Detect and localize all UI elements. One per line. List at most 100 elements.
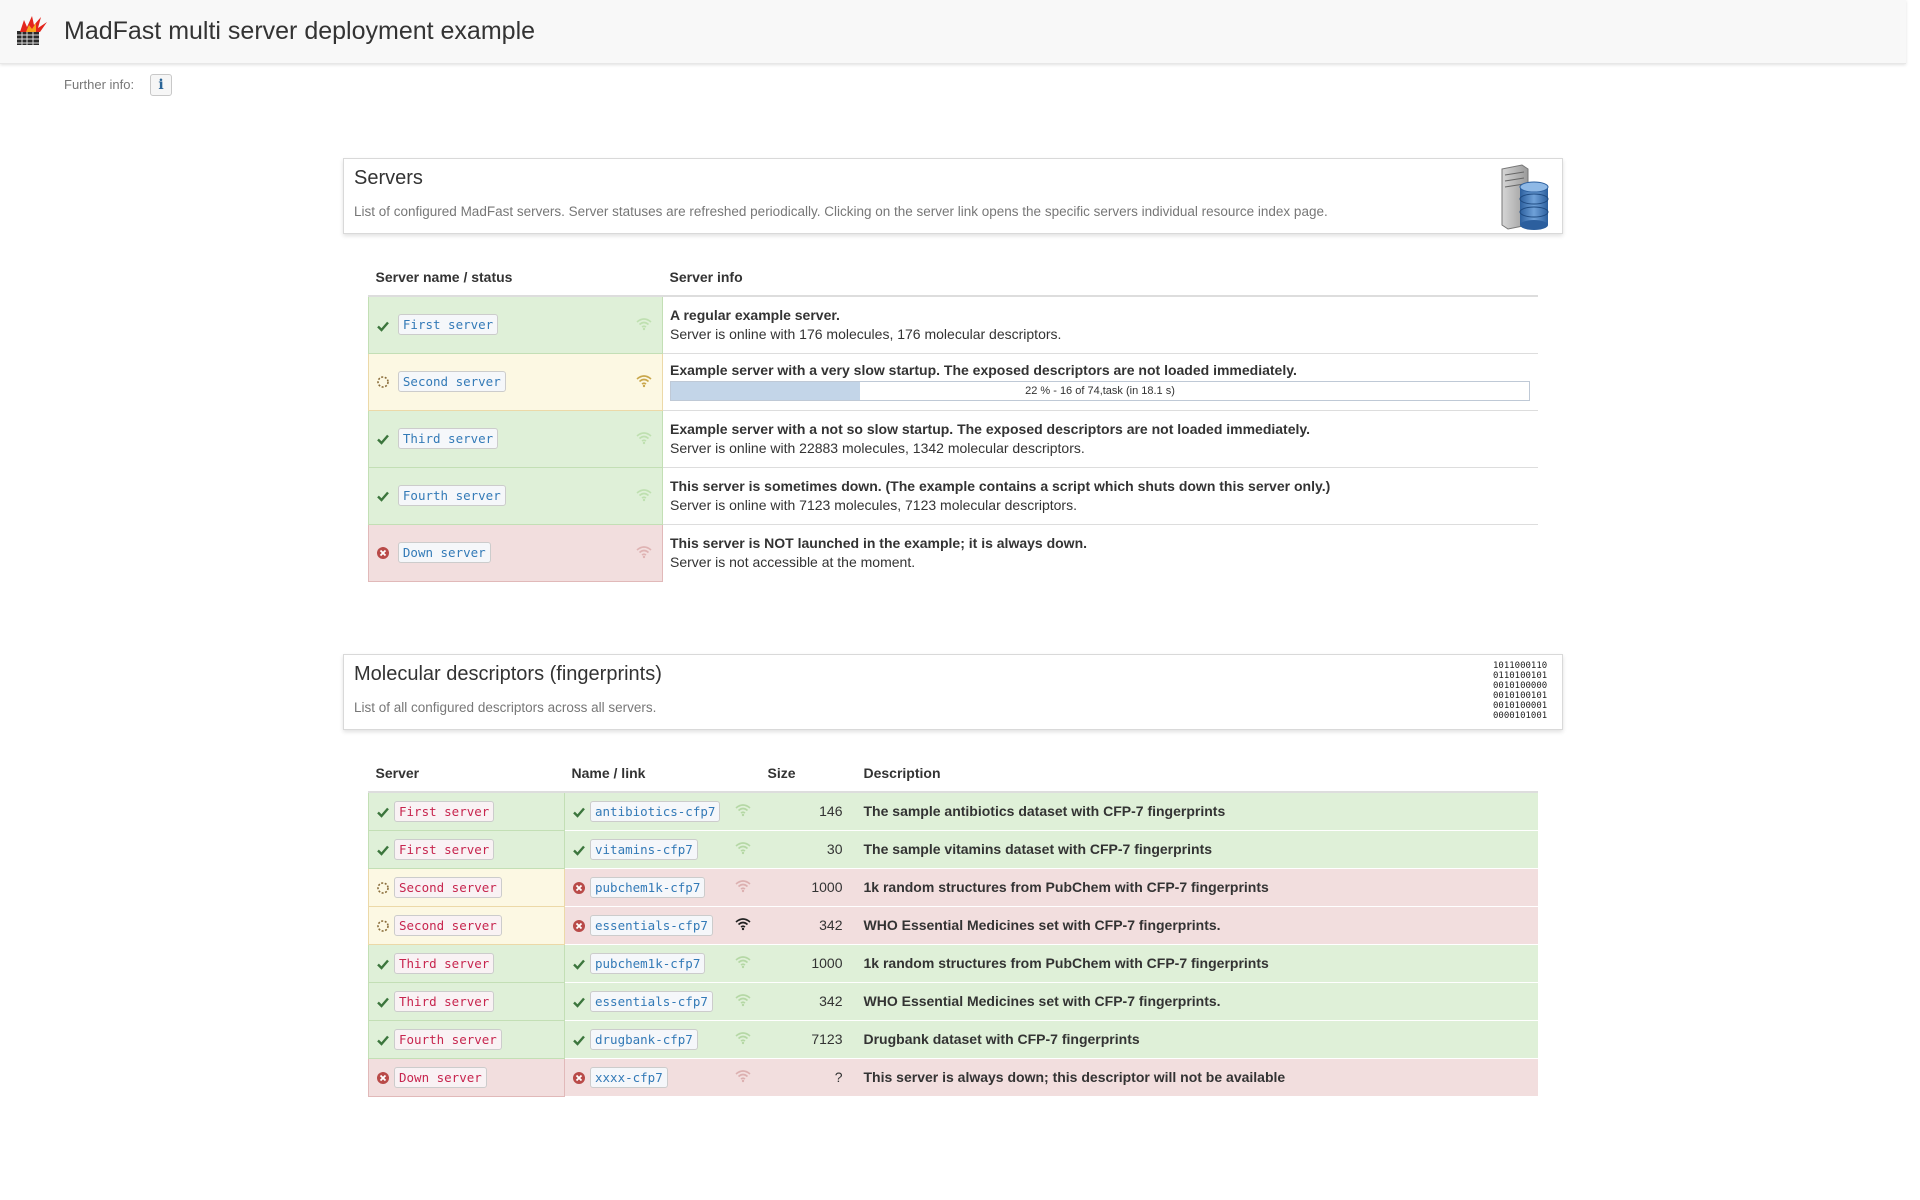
servers-panel: Servers List of configured MadFast serve…	[343, 158, 1563, 234]
wifi-icon	[734, 956, 751, 969]
server-info-cell: This server is sometimes down. (The exam…	[662, 466, 1538, 524]
server-status-cell: Down server	[368, 523, 663, 582]
descriptor-server-link[interactable]: First server	[394, 838, 495, 860]
column-header-server-name: Server name / status	[368, 258, 663, 297]
descriptor-description: 1k random structures from PubChem with C…	[856, 943, 1538, 982]
server-row-fourth: Fourth server This server is sometimes d…	[368, 466, 1538, 525]
descriptors-table-body: First server antibiotics-cfp7 146 The sampl…	[368, 791, 1538, 1097]
descriptor-row: Third server pubchem1k-cfp7 1000 1k random …	[368, 943, 1538, 983]
wifi-icon	[734, 1032, 751, 1045]
descriptor-name-link[interactable]: antibiotics-cfp7	[590, 800, 721, 822]
error-circle-icon	[573, 881, 585, 894]
column-header-server-info: Server info	[662, 258, 1538, 297]
descriptor-row: Second server pubchem1k-cfp7 1000 1k random…	[368, 867, 1538, 907]
further-info-label: Further info:	[64, 77, 135, 92]
binary-fingerprint-icon: 1011000110 0110100101 0010100000 0010100…	[1493, 661, 1547, 721]
check-icon	[377, 321, 389, 332]
servers-panel-description: List of configured MadFast servers. Serv…	[354, 204, 1328, 219]
descriptor-name-link[interactable]: pubchem1k-cfp7	[590, 952, 706, 974]
server-info-text: Server is online with 176 molecules, 176…	[670, 326, 1062, 343]
server-link-third[interactable]: Third server	[397, 428, 499, 449]
column-header-server: Server	[368, 754, 565, 793]
info-icon: i	[158, 77, 164, 93]
check-icon	[377, 959, 389, 970]
descriptors-panel: Molecular descriptors (fingerprints) Lis…	[343, 654, 1563, 730]
descriptor-name-link[interactable]: essentials-cfp7	[590, 990, 713, 1012]
info-button[interactable]: i	[150, 74, 172, 96]
descriptor-row: Third server essentials-cfp7 342 WHO Essent…	[368, 981, 1538, 1021]
server-info-title: Example server with a not so slow startu…	[670, 421, 1311, 437]
descriptor-server-cell: Third server	[368, 981, 565, 1021]
check-icon	[573, 959, 585, 970]
check-icon	[377, 807, 389, 818]
server-row-third: Third server Example server with a not s…	[368, 409, 1538, 468]
descriptor-server-link[interactable]: Second server	[394, 876, 502, 898]
error-circle-icon	[377, 547, 389, 560]
descriptor-server-link[interactable]: Third server	[394, 952, 495, 974]
wifi-icon	[636, 374, 652, 387]
descriptor-name-link[interactable]: drugbank-cfp7	[590, 1028, 698, 1050]
descriptor-row: Fourth server drugbank-cfp7 7123 Drugbank d…	[368, 1019, 1538, 1059]
descriptor-server-link[interactable]: Fourth server	[394, 1028, 502, 1050]
server-info-title: Example server with a very slow startup.…	[670, 362, 1297, 378]
server-info-title: This server is NOT launched in the examp…	[670, 535, 1088, 552]
servers-table: Server name / status Server info First s…	[368, 258, 1538, 582]
descriptor-server-link[interactable]: Second server	[394, 914, 502, 936]
descriptor-row: Second server essentials-cfp7 342 WHO Essen…	[368, 905, 1538, 945]
descriptor-size: 1000	[760, 867, 857, 906]
descriptor-row: First server antibiotics-cfp7 146 The sampl…	[368, 791, 1538, 831]
server-link-second[interactable]: Second server	[397, 371, 506, 392]
svg-text:0010100001: 0010100001	[1493, 701, 1547, 711]
server-link-fourth[interactable]: Fourth server	[397, 485, 506, 506]
descriptor-name-link[interactable]: xxxx-cfp7	[590, 1066, 668, 1088]
column-header-name-link: Name / link	[564, 754, 761, 793]
descriptor-name-link[interactable]: vitamins-cfp7	[590, 838, 698, 860]
loading-progress-bar: 22 % - 16 of 74,task (in 18.1 s)	[670, 381, 1530, 401]
server-status-cell: First server	[368, 295, 663, 354]
check-icon	[573, 997, 585, 1008]
check-icon	[377, 997, 389, 1008]
descriptor-row: First server vitamins-cfp7 30 The sample vi…	[368, 829, 1538, 869]
descriptor-name-cell: pubchem1k-cfp7	[564, 943, 761, 982]
check-icon	[573, 845, 585, 856]
descriptor-description: WHO Essential Medicines set with CFP-7 f…	[856, 905, 1538, 944]
check-icon	[377, 492, 389, 503]
loading-spinner-icon	[377, 919, 389, 932]
error-circle-icon	[377, 1071, 389, 1084]
server-link-down[interactable]: Down server	[397, 542, 491, 563]
server-row-down: Down server This server is NOT launched …	[368, 523, 1538, 582]
descriptor-size: ?	[760, 1057, 857, 1096]
descriptor-name-cell: drugbank-cfp7	[564, 1019, 761, 1058]
svg-text:0010100000: 0010100000	[1493, 681, 1547, 691]
descriptor-size: 342	[760, 905, 857, 944]
descriptor-name-link[interactable]: essentials-cfp7	[590, 914, 713, 936]
top-navbar: MadFast multi server deployment example	[0, 0, 1906, 64]
descriptor-server-link[interactable]: Third server	[394, 990, 495, 1012]
descriptor-size: 342	[760, 981, 857, 1020]
descriptor-size: 146	[760, 791, 857, 830]
descriptor-name-cell: antibiotics-cfp7	[564, 791, 761, 830]
progress-text: 22 % - 16 of 74,task (in 18.1 s)	[1025, 385, 1175, 397]
descriptor-size: 7123	[760, 1019, 857, 1058]
wifi-icon	[734, 880, 751, 893]
wifi-icon	[636, 545, 652, 558]
svg-text:0000101001: 0000101001	[1493, 711, 1547, 721]
progress-bar-fill	[671, 382, 860, 400]
check-icon	[377, 435, 389, 446]
check-icon	[573, 1035, 585, 1046]
descriptor-name-cell: essentials-cfp7	[564, 905, 761, 944]
server-info-text: Server is not accessible at the moment.	[670, 554, 916, 571]
wifi-icon	[734, 994, 751, 1007]
loading-spinner-icon	[377, 376, 389, 389]
descriptor-name-link[interactable]: pubchem1k-cfp7	[590, 876, 706, 898]
descriptor-server-cell: Second server	[368, 905, 565, 945]
descriptor-description: This server is always down; this descrip…	[856, 1057, 1538, 1096]
descriptor-server-link[interactable]: First server	[394, 800, 495, 822]
descriptor-server-link[interactable]: Down server	[394, 1066, 487, 1088]
descriptors-panel-title: Molecular descriptors (fingerprints)	[354, 663, 662, 685]
check-icon	[573, 807, 585, 818]
descriptor-name-cell: vitamins-cfp7	[564, 829, 761, 868]
server-link-first[interactable]: First server	[397, 314, 499, 336]
server-info-title: This server is sometimes down. (The exam…	[670, 478, 1331, 494]
descriptor-name-cell: essentials-cfp7	[564, 981, 761, 1020]
